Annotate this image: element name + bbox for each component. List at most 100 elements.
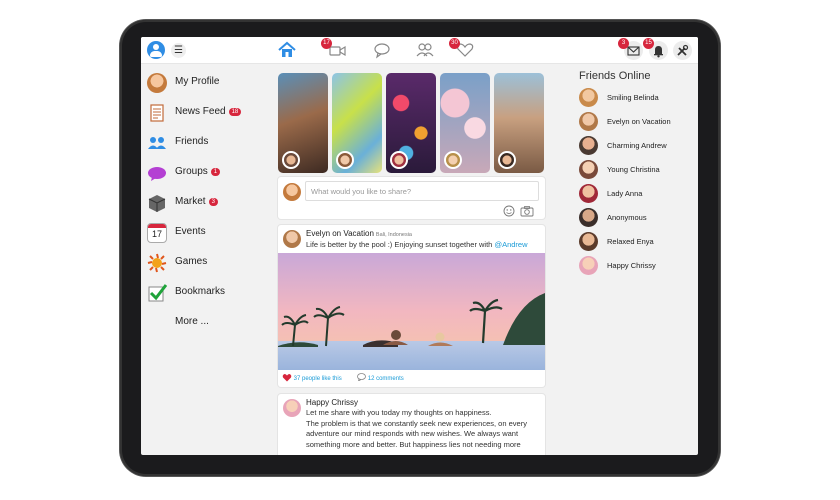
sidebar-item-label: Games: [175, 256, 208, 267]
composer-avatar-icon: [283, 183, 301, 201]
video-badge: 17: [321, 38, 332, 49]
author-avatar-icon[interactable]: [283, 230, 301, 248]
share-input[interactable]: [305, 181, 539, 201]
friend-item[interactable]: Happy Chrissy: [579, 256, 697, 276]
friend-name: Happy Chrissy: [607, 261, 656, 270]
calendar-icon: 17: [147, 223, 167, 243]
checkmark-icon: [147, 283, 168, 303]
friends-icon: [147, 133, 167, 153]
friend-name: Young Christina: [607, 165, 660, 174]
camera-icon[interactable]: [520, 204, 534, 217]
composer-card: [278, 177, 545, 219]
likes-count[interactable]: 37 people like this: [294, 376, 342, 382]
story-avatar-icon: [336, 151, 354, 169]
friend-avatar-icon: [579, 256, 598, 275]
newspaper-icon: [147, 103, 167, 123]
messages-badge: 3: [618, 38, 629, 49]
sidebar-item-label: Events: [175, 226, 206, 237]
post-photo[interactable]: [278, 253, 545, 370]
menu-icon[interactable]: ☰: [171, 43, 186, 58]
story-card[interactable]: [494, 73, 544, 173]
post-text: Let me share with you today my thoughts …: [306, 408, 541, 450]
emoji-icon[interactable]: [503, 204, 515, 217]
friend-item[interactable]: Charming Andrew: [579, 136, 697, 156]
market-badge: 3: [208, 198, 218, 206]
story-card[interactable]: [278, 73, 328, 173]
sidebar-item-bookmarks[interactable]: Bookmarks: [147, 281, 259, 305]
sidebar-item-label: My Profile: [175, 76, 220, 87]
user-avatar-icon[interactable]: [147, 41, 165, 59]
pool-sunset-image: [278, 253, 545, 370]
post-footer: 37 people like this 12 comments: [282, 373, 404, 382]
notifications-badge: 15: [643, 38, 654, 49]
friend-item[interactable]: Relaxed Enya: [579, 232, 697, 252]
sidebar-item-my-profile[interactable]: My Profile: [147, 71, 259, 95]
sidebar-item-label: News Feed 18: [175, 106, 242, 117]
sidebar-item-news-feed[interactable]: News Feed 18: [147, 101, 259, 125]
sidebar-item-events[interactable]: 17 Events: [147, 221, 259, 245]
friend-avatar-icon: [579, 184, 598, 203]
chat-icon[interactable]: [372, 41, 392, 59]
video-icon[interactable]: 17: [321, 38, 347, 59]
post-text-line: The problem is that we constantly seek n…: [306, 418, 527, 449]
sidebar-item-market[interactable]: Market 3: [147, 191, 259, 215]
top-bar: ☰ 17 30 3 15: [141, 37, 698, 64]
sidebar-item-label: Friends: [175, 136, 209, 147]
mention-link[interactable]: @Andrew: [494, 240, 527, 249]
story-avatar-icon: [498, 151, 516, 169]
post-text: Life is better by the pool :) Enjoying s…: [306, 240, 528, 249]
friend-name: Lady Anna: [607, 189, 643, 198]
tools-icon[interactable]: [673, 41, 692, 60]
sidebar-item-friends[interactable]: Friends: [147, 131, 259, 155]
people-icon[interactable]: [415, 41, 435, 59]
post-card: Happy Chrissy Let me share with you toda…: [278, 394, 545, 455]
friend-item[interactable]: Anonymous: [579, 208, 697, 228]
friend-name: Charming Andrew: [607, 141, 667, 150]
story-avatar-icon: [390, 151, 408, 169]
story-card[interactable]: [332, 73, 382, 173]
likes-badge: 30: [449, 38, 460, 49]
friend-avatar-icon: [579, 136, 598, 155]
heart-icon[interactable]: [282, 373, 292, 382]
friend-avatar-icon: [579, 208, 598, 227]
friend-avatar-icon: [579, 232, 598, 251]
home-icon[interactable]: [277, 41, 297, 59]
post-author[interactable]: Happy Chrissy: [306, 398, 358, 407]
story-card[interactable]: [440, 73, 490, 173]
friends-online-title: Friends Online: [579, 70, 651, 82]
stories-row: [278, 73, 545, 173]
sidebar-item-games[interactable]: Games: [147, 251, 259, 275]
profile-avatar-icon: [147, 73, 167, 93]
author-avatar-icon[interactable]: [283, 399, 301, 417]
friend-name: Smiling Belinda: [607, 93, 659, 102]
friend-item[interactable]: Young Christina: [579, 160, 697, 180]
comments-count[interactable]: 12 comments: [368, 376, 404, 382]
friend-item[interactable]: Lady Anna: [579, 184, 697, 204]
post-text-line: Let me share with you today my thoughts …: [306, 408, 492, 417]
sidebar-item-groups[interactable]: Groups 1: [147, 161, 259, 185]
friend-avatar-icon: [579, 112, 598, 131]
sidebar-item-label: More ...: [175, 316, 209, 327]
market-box-icon: [147, 193, 167, 213]
friend-item[interactable]: Smiling Belinda: [579, 88, 697, 108]
story-card[interactable]: [386, 73, 436, 173]
groups-icon: [147, 163, 167, 183]
groups-badge: 1: [210, 168, 221, 176]
friend-avatar-icon: [579, 88, 598, 107]
sidebar-item-label: Market 3: [175, 196, 218, 207]
story-avatar-icon: [282, 151, 300, 169]
sidebar-item-more[interactable]: More ...: [147, 311, 259, 335]
comment-icon[interactable]: [357, 373, 366, 382]
app-screen: ☰ 17 30 3 15 My Profile News Feed 18 Fri…: [141, 37, 698, 455]
friend-name: Anonymous: [607, 213, 647, 222]
heart-icon[interactable]: 30: [449, 38, 475, 59]
friend-avatar-icon: [579, 160, 598, 179]
story-avatar-icon: [444, 151, 462, 169]
friend-item[interactable]: Evelyn on Vacation: [579, 112, 697, 132]
post-location: Bali, Indonesia: [375, 232, 412, 238]
bell-icon[interactable]: 15: [643, 38, 668, 60]
news-feed-badge: 18: [228, 108, 242, 116]
friend-name: Evelyn on Vacation: [607, 117, 671, 126]
mail-icon[interactable]: 3: [618, 38, 643, 60]
post-author[interactable]: Evelyn on Vacation Bali, Indonesia: [306, 229, 412, 238]
